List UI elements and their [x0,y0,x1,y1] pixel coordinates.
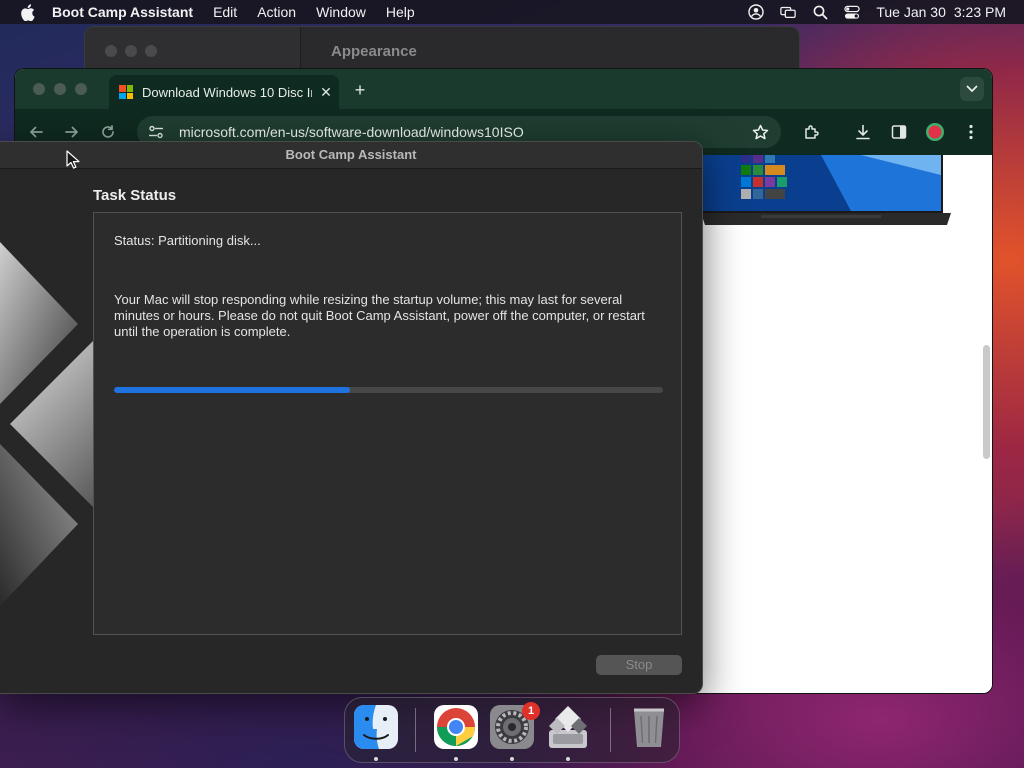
status-text: Status: Partitioning disk... [114,233,261,248]
page-scrollbar-thumb[interactable] [983,345,990,459]
mouse-pointer-icon [66,150,80,169]
stop-button[interactable]: Stop [596,655,682,675]
forward-arrow-icon[interactable] [62,122,82,142]
laptop-product-image [701,155,951,225]
screen-mirroring-icon[interactable] [780,4,797,20]
chrome-running-indicator [454,757,458,761]
profile-avatar[interactable] [925,122,945,142]
url-text[interactable]: microsoft.com/en-us/software-download/wi… [179,124,524,140]
task-status-heading: Task Status [93,187,177,204]
menu-edit[interactable]: Edit [213,4,237,20]
boot-camp-running-indicator [566,757,570,761]
finder-icon[interactable] [353,704,399,750]
minimize-window-button[interactable] [125,45,137,57]
microsoft-logo-icon [119,85,133,99]
control-center-icon[interactable] [844,4,860,20]
apple-menu-icon[interactable] [18,3,36,21]
dock-separator [415,708,416,752]
browser-close-button[interactable] [33,83,45,95]
menu-window[interactable]: Window [316,4,366,20]
tab-search-button[interactable] [960,77,984,101]
chrome-menu-icon[interactable] [961,122,981,142]
settings-pane-title: Appearance [331,43,417,60]
zoom-window-button[interactable] [145,45,157,57]
progress-bar [114,387,663,393]
trash-icon[interactable] [626,704,672,750]
progress-bar-fill [114,387,351,393]
boot-camp-title[interactable]: Boot Camp Assistant [0,142,702,169]
window-controls [105,45,157,57]
menu-help[interactable]: Help [386,4,415,20]
browser-tab-strip: Download Windows 10 Disc Im ✕ + [15,69,992,109]
back-arrow-icon[interactable] [26,122,46,142]
warning-message: Your Mac will stop responding while resi… [114,292,645,339]
dock: 1 [344,697,680,763]
close-tab-icon[interactable]: ✕ [318,84,334,100]
user-account-icon[interactable] [748,4,765,20]
extensions-icon[interactable] [801,122,821,142]
bookmark-star-icon[interactable] [751,123,769,141]
browser-tab-active[interactable]: Download Windows 10 Disc Im ✕ [109,75,339,109]
tab-title: Download Windows 10 Disc Im [142,84,312,100]
boot-camp-window: Boot Camp Assistant Task Status Status: … [0,141,703,694]
spotlight-search-icon[interactable] [812,4,828,20]
task-status-panel: Status: Partitioning disk... Your Mac wi… [93,212,682,635]
menu-action[interactable]: Action [257,4,296,20]
settings-notification-badge: 1 [522,702,540,720]
dock-separator-trash [610,708,611,752]
new-tab-button[interactable]: + [349,79,371,101]
menu-app-name[interactable]: Boot Camp Assistant [52,4,193,20]
reload-icon[interactable] [98,122,118,142]
site-info-icon[interactable] [147,123,165,141]
settings-running-indicator [510,757,514,761]
close-window-button[interactable] [105,45,117,57]
chrome-icon[interactable] [433,704,479,750]
browser-window-controls [33,83,87,95]
boot-camp-icon[interactable] [545,704,591,750]
menu-bar: Boot Camp Assistant Edit Action Window H… [0,0,1024,24]
downloads-icon[interactable] [853,122,873,142]
menu-date[interactable]: Tue Jan 30 [876,4,946,20]
menu-time[interactable]: 3:23 PM [954,4,1006,20]
finder-running-indicator [374,757,378,761]
browser-minimize-button[interactable] [54,83,66,95]
side-panel-icon[interactable] [889,122,909,142]
browser-zoom-button[interactable] [75,83,87,95]
